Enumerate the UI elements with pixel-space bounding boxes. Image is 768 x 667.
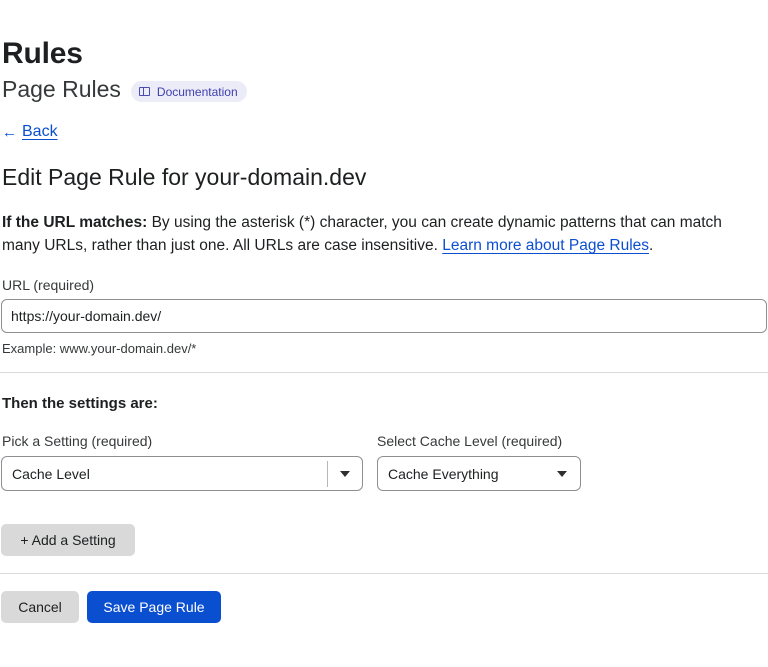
url-input[interactable] [1,299,767,333]
subtitle-row: Page Rules Documentation [2,76,247,103]
arrow-left-icon: ← [2,123,17,141]
caret-down-icon [557,470,567,477]
page-subtitle: Page Rules [2,76,121,102]
back-link[interactable]: ← Back [2,123,58,141]
divider [0,372,768,373]
url-label: URL (required) [2,277,95,293]
divider [0,573,768,574]
cache-level-label: Select Cache Level (required) [377,433,563,449]
dropdown-toggle[interactable] [328,470,362,477]
dropdown-toggle[interactable] [544,470,580,477]
cancel-button[interactable]: Cancel [1,591,79,623]
documentation-badge[interactable]: Documentation [130,81,247,102]
back-label: Back [22,123,58,140]
caret-down-icon [340,470,350,477]
add-setting-button[interactable]: + Add a Setting [1,524,135,556]
description-lead: If the URL matches: [2,214,148,231]
page-title: Rules [2,37,83,70]
pick-setting-value: Cache Level [12,465,90,482]
settings-heading: Then the settings are: [2,395,158,412]
edit-rule-heading: Edit Page Rule for your-domain.dev [2,164,367,190]
learn-more-link[interactable]: Learn more about Page Rules [442,237,649,254]
cache-level-value: Cache Everything [388,465,499,482]
description-tail: . [649,237,654,254]
documentation-label: Documentation [156,84,238,99]
pick-setting-select[interactable]: Cache Level [1,456,363,491]
cache-level-select[interactable]: Cache Everything [377,456,581,491]
page-rules-editor: Rules Page Rules Documentation ← Back Ed… [0,0,768,667]
pick-setting-label: Pick a Setting (required) [2,433,153,449]
url-match-description: If the URL matches: By using the asteris… [2,211,762,257]
url-example-hint: Example: www.your-domain.dev/* [2,341,197,356]
book-icon [138,87,150,96]
save-page-rule-button[interactable]: Save Page Rule [87,591,221,623]
